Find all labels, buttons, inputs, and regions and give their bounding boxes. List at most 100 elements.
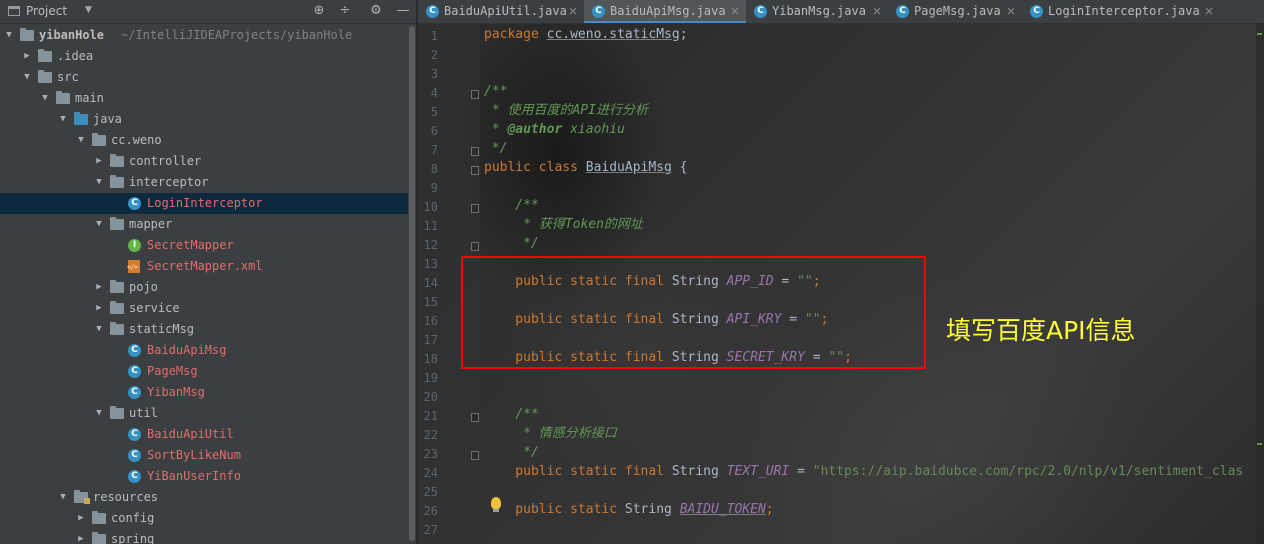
- tree-item-logininterceptor[interactable]: C LoginInterceptor: [0, 193, 408, 214]
- error-stripe-marker[interactable]: [1257, 443, 1262, 445]
- chevron-down-icon[interactable]: ▼: [58, 487, 68, 508]
- hide-panel-icon[interactable]: —: [394, 2, 412, 20]
- chevron-right-icon[interactable]: ▶: [76, 508, 86, 529]
- chevron-right-icon[interactable]: ▶: [94, 277, 104, 298]
- folder-icon: [20, 28, 34, 41]
- tree-item-secretmapper[interactable]: I SecretMapper: [0, 235, 408, 256]
- chevron-down-icon[interactable]: ▼: [94, 319, 104, 340]
- line-number: 26: [423, 504, 438, 518]
- tree-item-interceptor[interactable]: ▼ interceptor: [0, 172, 408, 193]
- code-line-22[interactable]: * 情感分析接口: [484, 424, 617, 443]
- code-line-10[interactable]: /**: [484, 196, 539, 215]
- chevron-down-icon[interactable]: ▼: [94, 172, 104, 193]
- chevron-down-icon[interactable]: ▼: [94, 403, 104, 424]
- fold-marker-icon[interactable]: [471, 90, 479, 99]
- line-number: 8: [430, 162, 438, 176]
- code-line-5[interactable]: * 使用百度的API进行分析: [484, 101, 648, 120]
- chevron-down-icon[interactable]: ▼: [85, 5, 92, 15]
- chevron-down-icon[interactable]: ▼: [58, 109, 68, 130]
- tree-item-secretmapper-xml[interactable]: SecretMapper.xml: [0, 256, 408, 277]
- chevron-down-icon[interactable]: ▼: [94, 214, 104, 235]
- fold-marker-icon[interactable]: [471, 166, 479, 175]
- tree-item-cc-weno[interactable]: ▼ cc.weno: [0, 130, 408, 151]
- chevron-right-icon[interactable]: ▶: [76, 529, 86, 544]
- fold-marker-icon[interactable]: [471, 147, 479, 156]
- collapse-all-icon[interactable]: ÷: [336, 2, 354, 20]
- tree-item-config[interactable]: ▶ config: [0, 508, 408, 529]
- tree-item-label: controller: [129, 154, 202, 168]
- tree-item-label: spring: [111, 532, 155, 544]
- code-line-7[interactable]: */: [484, 139, 508, 158]
- tree-item-sortbylikenum[interactable]: C SortByLikeNum: [0, 445, 408, 466]
- tree-item-spring[interactable]: ▶ spring: [0, 529, 408, 544]
- fold-marker-icon[interactable]: [471, 204, 479, 213]
- line-number: 4: [430, 86, 438, 100]
- fold-marker-icon[interactable]: [471, 413, 479, 422]
- tab-logininterceptor[interactable]: C LoginInterceptor.java ×: [1022, 0, 1220, 23]
- tab-baiduapimsg[interactable]: C BaiduApiMsg.java ×: [584, 0, 746, 23]
- code-line-6[interactable]: * @author xiaohiu: [484, 120, 625, 139]
- tab-yibanmsg[interactable]: C YibanMsg.java ×: [746, 0, 888, 23]
- tree-item-staticmsg[interactable]: ▼ staticMsg: [0, 319, 408, 340]
- code-line-11[interactable]: * 获得Token的网址: [484, 215, 643, 234]
- chevron-down-icon[interactable]: ▼: [76, 130, 86, 151]
- chevron-down-icon[interactable]: ▼: [4, 25, 14, 46]
- code-line-8[interactable]: public class BaiduApiMsg {: [484, 158, 688, 177]
- chevron-down-icon[interactable]: ▼: [22, 67, 32, 88]
- tree-item-main[interactable]: ▼ main: [0, 88, 408, 109]
- close-icon[interactable]: ×: [730, 0, 740, 23]
- code-line-26[interactable]: public static String BAIDU_TOKEN;: [484, 500, 773, 519]
- code-line-12[interactable]: */: [484, 234, 539, 253]
- locate-file-icon[interactable]: ⊕: [310, 2, 328, 20]
- tree-item-resources[interactable]: ▼ resources: [0, 487, 408, 508]
- tree-scrollbar[interactable]: [408, 24, 416, 544]
- tree-item-java[interactable]: ▼ java: [0, 109, 408, 130]
- tree-item-util[interactable]: ▼ util: [0, 403, 408, 424]
- tree-item--idea[interactable]: ▶ .idea: [0, 46, 408, 67]
- chevron-right-icon[interactable]: ▶: [94, 298, 104, 319]
- close-icon[interactable]: ×: [568, 0, 578, 23]
- tree-item-pojo[interactable]: ▶ pojo: [0, 277, 408, 298]
- tree-item-yibanuserinfo[interactable]: C YiBanUserInfo: [0, 466, 408, 487]
- tree-item-baiduapimsg[interactable]: C BaiduApiMsg: [0, 340, 408, 361]
- project-view-selector[interactable]: Project: [26, 4, 67, 18]
- lightbulb-icon[interactable]: [491, 497, 501, 512]
- chevron-right-icon[interactable]: ▶: [22, 46, 32, 67]
- project-panel: Project ▼ ⊕ ÷ ⚙ — ▼ yibanHole ~/IntelliJID…: [0, 0, 416, 544]
- line-number: 11: [423, 219, 438, 233]
- tab-pagemsg[interactable]: C PageMsg.java ×: [888, 0, 1022, 23]
- code-line-23[interactable]: */: [484, 443, 539, 462]
- line-number: 2: [430, 48, 438, 62]
- chevron-down-icon[interactable]: ▼: [40, 88, 50, 109]
- tree-scrollbar-thumb[interactable]: [409, 26, 415, 541]
- chevron-right-icon[interactable]: ▶: [94, 151, 104, 172]
- class-icon: C: [426, 5, 439, 18]
- close-icon[interactable]: ×: [1006, 0, 1016, 23]
- error-stripe-marker[interactable]: [1257, 33, 1262, 35]
- code-line-1[interactable]: package cc.weno.staticMsg;: [484, 25, 688, 44]
- tab-baiduapiutil[interactable]: C BaiduApiUtil.java ×: [418, 0, 584, 23]
- editor-scrollbar[interactable]: [1256, 23, 1264, 544]
- tree-item-src[interactable]: ▼ src: [0, 67, 408, 88]
- folder-icon: [38, 70, 52, 83]
- line-number: 24: [423, 466, 438, 480]
- fold-marker-icon[interactable]: [471, 451, 479, 460]
- close-icon[interactable]: ×: [872, 0, 882, 23]
- code-line-4[interactable]: /**: [484, 82, 507, 101]
- tree-item-label: PageMsg: [147, 364, 198, 378]
- line-number: 6: [430, 124, 438, 138]
- code-line-24[interactable]: public static final String TEXT_URI = "h…: [484, 462, 1243, 481]
- fold-marker-icon[interactable]: [471, 242, 479, 251]
- line-number: 12: [423, 238, 438, 252]
- gear-icon[interactable]: ⚙: [367, 2, 385, 20]
- tree-item-pagemsg[interactable]: C PageMsg: [0, 361, 408, 382]
- tree-item-baiduapiutil[interactable]: C BaiduApiUtil: [0, 424, 408, 445]
- folder-icon: [92, 532, 106, 544]
- tree-item-yibanhole[interactable]: ▼ yibanHole ~/IntelliJIDEAProjects/yibanHo…: [0, 25, 408, 46]
- tree-item-yibanmsg[interactable]: C YibanMsg: [0, 382, 408, 403]
- close-icon[interactable]: ×: [1204, 0, 1214, 23]
- tree-item-controller[interactable]: ▶ controller: [0, 151, 408, 172]
- tree-item-mapper[interactable]: ▼ mapper: [0, 214, 408, 235]
- tree-item-service[interactable]: ▶ service: [0, 298, 408, 319]
- code-line-21[interactable]: /**: [484, 405, 539, 424]
